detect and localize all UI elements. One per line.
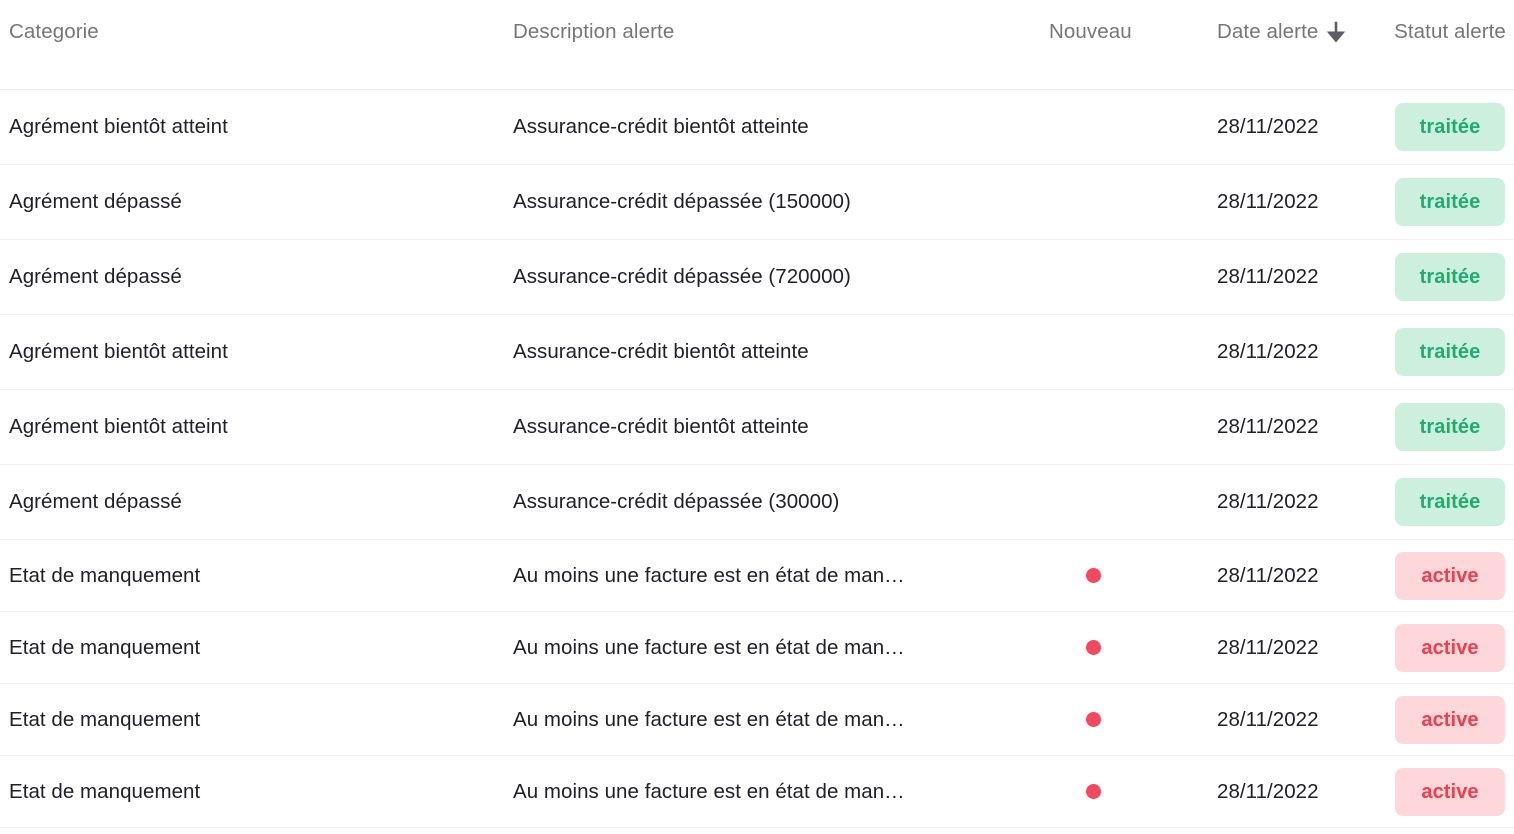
cell-date-alerte: 28/11/2022 (1217, 190, 1319, 213)
new-alert-dot-icon (1086, 568, 1101, 583)
cell-categorie: Etat de manquement (9, 563, 201, 587)
table-row[interactable]: Agrément bientôt atteint Assurance-crédit… (0, 315, 1514, 390)
cell-categorie: Agrément bientôt atteint (9, 340, 228, 363)
table-row[interactable]: Etat de manquement Au moins une facture e… (0, 612, 1514, 684)
cell-description: Au moins une facture est en état de man… (513, 707, 905, 731)
status-badge: traitée (1395, 403, 1505, 451)
cell-statut-alerte: active (1386, 767, 1514, 816)
table-row[interactable]: Agrément bientôt atteint Assurance-crédit… (0, 390, 1514, 465)
status-badge: active (1395, 695, 1505, 744)
column-header-date-label: Date alerte (1217, 20, 1319, 43)
cell-categorie: Agrément dépassé (9, 190, 182, 213)
table-body: Agrément bientôt atteint Assurance-crédit… (0, 90, 1514, 834)
cell-date-alerte: 28/11/2022 (1217, 265, 1319, 288)
cell-statut-alerte: active (1386, 695, 1514, 744)
cell-statut-alerte: traitée (1386, 478, 1514, 526)
cell-statut-alerte: active (1386, 551, 1514, 600)
cell-categorie: Etat de manquement (9, 635, 201, 659)
status-badge: traitée (1395, 103, 1505, 151)
cell-statut-alerte: traitée (1386, 253, 1514, 301)
cell-date-alerte: 28/11/2022 (1217, 563, 1319, 587)
cell-statut-alerte: traitée (1386, 103, 1514, 151)
status-badge: traitée (1395, 328, 1505, 376)
cell-statut-alerte: active (1386, 623, 1514, 672)
cell-categorie: Agrément bientôt atteint (9, 415, 228, 438)
status-badge: active (1395, 551, 1505, 600)
cell-description: Au moins une facture est en état de man… (513, 563, 905, 587)
alerts-table: Categorie Description alerte Nouveau Dat… (0, 0, 1514, 834)
column-header-description[interactable]: Description alerte (513, 18, 1049, 46)
cell-description: Assurance-crédit bientôt atteinte (513, 340, 809, 363)
status-badge: traitée (1395, 253, 1505, 301)
table-row[interactable]: Agrément bientôt atteint Assurance-crédit… (0, 90, 1514, 165)
cell-description: Assurance-crédit bientôt atteinte (513, 115, 809, 138)
cell-date-alerte: 28/11/2022 (1217, 415, 1319, 438)
column-header-categorie[interactable]: Categorie (0, 18, 513, 46)
new-alert-dot-icon (1086, 640, 1101, 655)
table-row[interactable]: Agrément dépassé Assurance-crédit dépassé… (0, 465, 1514, 540)
cell-description: Assurance-crédit dépassée (150000) (513, 190, 851, 213)
cell-nouveau (1049, 784, 1217, 799)
cell-date-alerte: 28/11/2022 (1217, 115, 1319, 138)
cell-categorie: Etat de manquement (9, 779, 201, 803)
table-row[interactable]: Agrément dépassé Assurance-crédit dépassé… (0, 240, 1514, 315)
cell-nouveau (1049, 568, 1217, 583)
cell-nouveau (1049, 712, 1217, 727)
table-row[interactable]: Agrément dépassé Assurance-crédit dépassé… (0, 165, 1514, 240)
cell-description: Au moins une facture est en état de man… (513, 779, 905, 803)
table-row[interactable]: Etat de manquement Au moins une facture e… (0, 756, 1514, 828)
cell-date-alerte: 28/11/2022 (1217, 779, 1319, 803)
cell-statut-alerte: traitée (1386, 328, 1514, 376)
cell-date-alerte: 28/11/2022 (1217, 340, 1319, 363)
cell-description: Assurance-crédit dépassée (30000) (513, 490, 840, 513)
status-badge: active (1395, 767, 1505, 816)
cell-description: Au moins une facture est en état de man… (513, 635, 905, 659)
status-badge: traitée (1395, 478, 1505, 526)
table-row[interactable]: Etat de manquement Au moins une facture e… (0, 684, 1514, 756)
column-header-statut-alerte[interactable]: Statut alerte (1386, 18, 1514, 46)
cell-nouveau (1049, 640, 1217, 655)
status-badge: traitée (1395, 178, 1505, 226)
column-header-nouveau[interactable]: Nouveau (1049, 18, 1217, 46)
table-header-row: Categorie Description alerte Nouveau Dat… (0, 0, 1514, 90)
cell-statut-alerte: traitée (1386, 178, 1514, 226)
cell-date-alerte: 28/11/2022 (1217, 707, 1319, 731)
table-row[interactable]: Etat de manquement Au moins une facture e… (0, 540, 1514, 612)
cell-categorie: Agrément bientôt atteint (9, 115, 228, 138)
arrow-down-icon (1327, 21, 1346, 45)
cell-description: Assurance-crédit dépassée (720000) (513, 265, 851, 288)
cell-description: Assurance-crédit bientôt atteinte (513, 415, 809, 438)
new-alert-dot-icon (1086, 712, 1101, 727)
cell-categorie: Agrément dépassé (9, 265, 182, 288)
cell-date-alerte: 28/11/2022 (1217, 635, 1319, 659)
cell-date-alerte: 28/11/2022 (1217, 490, 1319, 513)
cell-categorie: Agrément dépassé (9, 490, 182, 513)
cell-categorie: Etat de manquement (9, 707, 201, 731)
new-alert-dot-icon (1086, 784, 1101, 799)
column-header-date-alerte[interactable]: Date alerte (1217, 18, 1386, 46)
status-badge: active (1395, 623, 1505, 672)
cell-statut-alerte: traitée (1386, 403, 1514, 451)
